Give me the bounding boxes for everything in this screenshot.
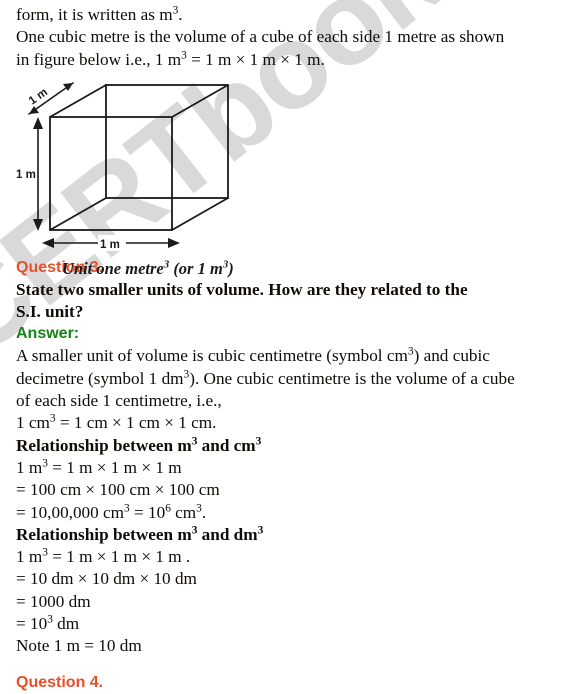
subheading-relationship-m-cm-superscript-2: 3 bbox=[255, 434, 262, 447]
answer-3-line-2: decimetre (symbol 1 dm3). One cubic cent… bbox=[16, 368, 563, 390]
equation-m-dm-1-text: 1 m bbox=[16, 547, 43, 567]
figure-caption-mid: (or 1 m bbox=[169, 258, 223, 278]
cube-wireframe bbox=[49, 83, 229, 231]
equation-m-cm-3-mid: = 10 bbox=[129, 502, 166, 522]
equation-m-cm-3: = 10,00,000 cm3 = 106 cm3. bbox=[16, 502, 563, 524]
note-line: Note 1 m = 10 dm bbox=[16, 636, 142, 656]
document-page: NCERTbooks.guru form, it is written as m… bbox=[0, 0, 577, 694]
equation-m-dm-4-tail: dm bbox=[52, 614, 80, 634]
figure-caption-text: Unit one metre bbox=[62, 258, 164, 278]
document-content: form, it is written as m3. One cubic met… bbox=[0, 0, 577, 694]
equation-m-cm-3-tail: . bbox=[201, 502, 207, 522]
cube-back-face bbox=[105, 83, 229, 199]
subheading-relationship-m-dm-superscript-2: 3 bbox=[257, 524, 264, 537]
answer-3-line-2-text: decimetre (symbol 1 dm bbox=[16, 368, 184, 388]
width-label: 1 m bbox=[100, 239, 120, 251]
subheading-relationship-m-dm-text: Relationship between m bbox=[16, 524, 192, 544]
figure-caption-tail: ) bbox=[228, 258, 234, 278]
question-4-heading: Question 4. bbox=[16, 673, 104, 691]
height-arrow-head-top bbox=[33, 116, 43, 129]
equation-m-cm-3-mid-2: cm bbox=[170, 502, 197, 522]
answer-3-heading: Answer: bbox=[16, 325, 80, 343]
equation-cm-cubed: 1 cm3 = 1 cm × 1 cm × 1 cm. bbox=[16, 412, 563, 434]
width-arrow-head-left bbox=[42, 237, 54, 248]
equation-m-cm-3-text: = 10,00,000 cm bbox=[16, 502, 125, 522]
equation-m-dm-1-tail: = 1 m × 1 m × 1 m . bbox=[47, 547, 191, 567]
intro-line-3-text: in figure below i.e., 1 m bbox=[16, 49, 182, 69]
equation-cm-cubed-tail: = 1 cm × 1 cm × 1 cm. bbox=[55, 413, 217, 433]
intro-line-3-tail: = 1 m × 1 m × 1 m. bbox=[186, 49, 325, 69]
width-arrow-head-right bbox=[168, 237, 180, 248]
equation-cm-cubed-text: 1 cm bbox=[16, 413, 50, 433]
equation-m-dm-2: = 10 dm × 10 dm × 10 dm bbox=[16, 569, 197, 589]
answer-3-line-2-tail: ). One cubic centimetre is the volume of… bbox=[189, 368, 515, 388]
cube-front-face bbox=[49, 115, 173, 231]
intro-line-2: One cubic metre is the volume of a cube … bbox=[16, 27, 505, 47]
subheading-relationship-m-cm-text: Relationship between m bbox=[16, 435, 192, 455]
equation-m-dm-4: = 103 dm bbox=[16, 613, 563, 635]
height-arrow-head-bottom bbox=[33, 218, 43, 231]
subheading-relationship-m-dm-mid: and dm bbox=[197, 524, 258, 544]
answer-3-line-1: A smaller unit of volume is cubic centim… bbox=[16, 345, 563, 367]
equation-m-cm-1-tail: = 1 m × 1 m × 1 m bbox=[47, 457, 182, 477]
subheading-relationship-m-cm-mid: and cm bbox=[197, 435, 256, 455]
subheading-relationship-m-cm: Relationship between m3 and cm3 bbox=[16, 435, 563, 457]
intro-line-1-tail: . bbox=[178, 5, 183, 24]
subheading-relationship-m-dm: Relationship between m3 and dm3 bbox=[16, 524, 563, 546]
equation-m-dm-4-text: = 10 bbox=[16, 614, 48, 634]
intro-line-1-text: form, it is written as m bbox=[16, 5, 173, 24]
question-3-text-line-1: State two smaller units of volume. How a… bbox=[16, 279, 468, 299]
depth-label: 1 m bbox=[27, 86, 50, 107]
intro-line-1: form, it is written as m3. bbox=[16, 4, 563, 26]
equation-m-dm-1: 1 m3 = 1 m × 1 m × 1 m . bbox=[16, 546, 563, 568]
figure-caption: Unit one metre3 (or 1 m3) bbox=[62, 259, 563, 279]
cube-edge-bottom-left bbox=[49, 197, 107, 231]
equation-m-cm-2: = 100 cm × 100 cm × 100 cm bbox=[16, 480, 220, 500]
height-label: 1 m bbox=[16, 169, 36, 181]
answer-3-line-1-tail: ) and cubic bbox=[413, 346, 490, 366]
equation-m-cm-1: 1 m3 = 1 m × 1 m × 1 m bbox=[16, 457, 563, 479]
answer-3-line-1-text: A smaller unit of volume is cubic centim… bbox=[16, 346, 408, 366]
intro-line-3: in figure below i.e., 1 m3 = 1 m × 1 m ×… bbox=[16, 49, 563, 71]
cube-edge-bottom-right bbox=[171, 197, 229, 231]
cube-edge-top-left bbox=[49, 84, 107, 118]
figure-unit-cube: 1 m 1 m 1 m Unit one metre3 (or 1 m3) bbox=[16, 77, 563, 278]
answer-3-line-3: of each side 1 centimetre, i.e., bbox=[16, 391, 222, 411]
equation-m-cm-1-text: 1 m bbox=[16, 457, 43, 477]
equation-m-dm-3: = 1000 dm bbox=[16, 591, 91, 611]
question-3-text-line-2: S.I. unit? bbox=[16, 302, 84, 322]
unit-cube-svg: 1 m 1 m 1 m bbox=[16, 82, 229, 251]
cube-edge-top-right bbox=[171, 84, 229, 118]
